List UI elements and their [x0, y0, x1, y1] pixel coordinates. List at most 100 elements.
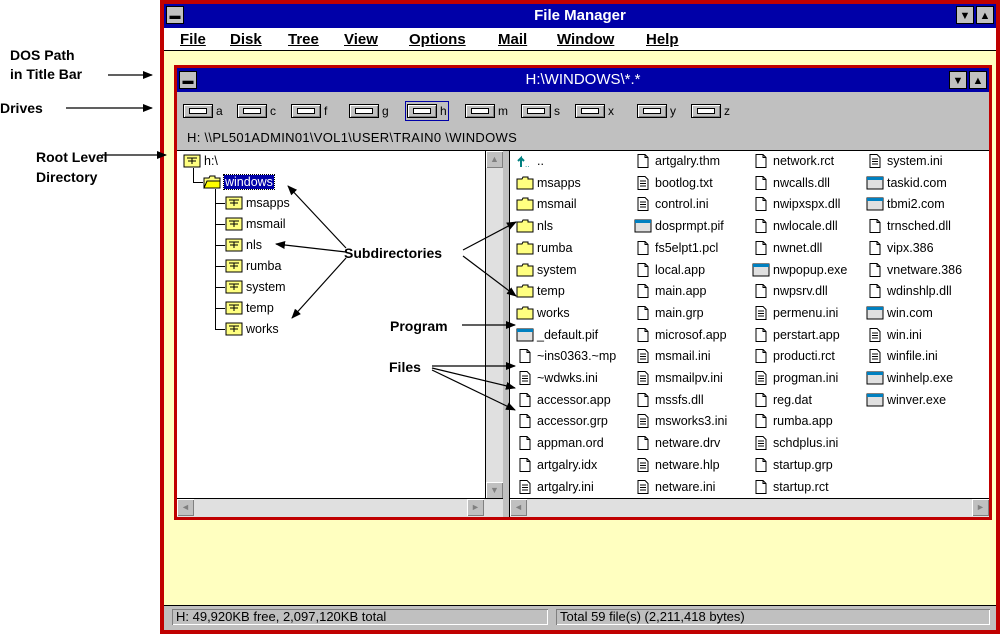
file-item[interactable]: trnsched.dll	[866, 217, 951, 235]
directory-item[interactable]: temp	[516, 282, 565, 300]
tree-item-system[interactable]: system	[225, 278, 286, 296]
file-item[interactable]: network.rct	[752, 152, 834, 170]
file-item[interactable]: netware.ini	[634, 478, 715, 496]
file-item[interactable]: msworks3.ini	[634, 412, 727, 430]
menu-window[interactable]: Window	[557, 31, 614, 48]
file-item[interactable]: vipx.386	[866, 239, 934, 257]
drive-g[interactable]: g	[349, 103, 389, 119]
file-item[interactable]: win.ini	[866, 326, 922, 344]
file-item[interactable]: netware.hlp	[634, 456, 720, 474]
drive-h[interactable]: h	[405, 101, 449, 121]
scroll-left-icon[interactable]: ◄	[177, 499, 194, 516]
drive-c[interactable]: c	[237, 103, 276, 119]
file-item[interactable]: main.app	[634, 282, 706, 300]
file-item[interactable]: schdplus.ini	[752, 434, 838, 452]
file-item[interactable]: nwlocale.dll	[752, 217, 838, 235]
file-item[interactable]: progman.ini	[752, 369, 838, 387]
child-minimize-icon[interactable]: ▼	[949, 71, 967, 89]
drive-z[interactable]: z	[691, 103, 730, 119]
file-item[interactable]: permenu.ini	[752, 304, 838, 322]
drive-f[interactable]: f	[291, 103, 327, 119]
menu-options[interactable]: Options	[409, 31, 466, 48]
file-item[interactable]: artgalry.thm	[634, 152, 720, 170]
file-item[interactable]: accessor.app	[516, 391, 611, 409]
app-title-bar[interactable]: ▬ File Manager ▼ ▲	[164, 4, 996, 28]
scroll-up-icon[interactable]: ▲	[486, 151, 503, 168]
directory-title-bar[interactable]: ▬ H:\WINDOWS\*.* ▼ ▲	[177, 68, 989, 92]
tree-item-root[interactable]: h:\	[183, 152, 218, 170]
file-item[interactable]: nwcalls.dll	[752, 174, 830, 192]
scroll-right-icon[interactable]: ►	[467, 499, 484, 516]
tree-item-msapps[interactable]: msapps	[225, 194, 290, 212]
file-item[interactable]: _default.pif	[516, 326, 598, 344]
file-item[interactable]: msmail.ini	[634, 347, 711, 365]
menu-file[interactable]: File	[180, 31, 206, 48]
file-item[interactable]: accessor.grp	[516, 412, 608, 430]
file-item[interactable]: rumba.app	[752, 412, 833, 430]
tree-item-nls[interactable]: nls	[225, 236, 262, 254]
drive-s[interactable]: s	[521, 103, 560, 119]
directory-item[interactable]: rumba	[516, 239, 572, 257]
child-system-menu-icon[interactable]: ▬	[179, 71, 197, 89]
pane-split-bar[interactable]	[503, 151, 510, 517]
file-item[interactable]: local.app	[634, 261, 705, 279]
system-menu-icon[interactable]: ▬	[166, 6, 184, 24]
file-item[interactable]: netware.drv	[634, 434, 720, 452]
file-item[interactable]: vnetware.386	[866, 261, 962, 279]
file-item[interactable]: artgalry.ini	[516, 478, 594, 496]
tree-item-temp[interactable]: temp	[225, 299, 274, 317]
file-item[interactable]: winhelp.exe	[866, 369, 953, 387]
directory-item[interactable]: msmail	[516, 195, 577, 213]
drive-x[interactable]: x	[575, 103, 614, 119]
file-item[interactable]: producti.rct	[752, 347, 835, 365]
scroll-down-icon[interactable]: ▼	[486, 482, 503, 499]
tree-horizontal-scrollbar[interactable]: ◄ ►	[177, 498, 503, 517]
tree-item-rumba[interactable]: rumba	[225, 257, 281, 275]
file-item[interactable]: nwipxspx.dll	[752, 195, 840, 213]
file-scroll-left-icon[interactable]: ◄	[510, 499, 527, 516]
menu-help[interactable]: Help	[646, 31, 679, 48]
file-item[interactable]: ~ins0363.~mp	[516, 347, 616, 365]
file-item[interactable]: control.ini	[634, 195, 709, 213]
drive-a[interactable]: a	[183, 103, 223, 119]
file-item[interactable]: artgalry.idx	[516, 456, 597, 474]
file-horizontal-scrollbar[interactable]: ◄ ►	[510, 498, 989, 517]
file-item[interactable]: system.ini	[866, 152, 943, 170]
menu-disk[interactable]: Disk	[230, 31, 262, 48]
tree-vertical-scrollbar[interactable]: ▲ ▼	[485, 151, 505, 499]
file-item[interactable]: microsof.app	[634, 326, 727, 344]
file-item[interactable]: win.com	[866, 304, 933, 322]
file-item[interactable]: nwpopup.exe	[752, 261, 847, 279]
file-item[interactable]: ....	[516, 152, 544, 170]
directory-item[interactable]: system	[516, 261, 577, 279]
file-item[interactable]: wdinshlp.dll	[866, 282, 952, 300]
file-item[interactable]: msmailpv.ini	[634, 369, 723, 387]
directory-item[interactable]: msapps	[516, 174, 581, 192]
file-item[interactable]: dosprmpt.pif	[634, 217, 724, 235]
maximize-icon[interactable]: ▲	[976, 6, 994, 24]
drive-y[interactable]: y	[637, 103, 676, 119]
file-item[interactable]: ~wdwks.ini	[516, 369, 598, 387]
file-item[interactable]: startup.grp	[752, 456, 833, 474]
minimize-icon[interactable]: ▼	[956, 6, 974, 24]
file-item[interactable]: main.grp	[634, 304, 704, 322]
file-item[interactable]: fs5elpt1.pcl	[634, 239, 718, 257]
file-item[interactable]: nwpsrv.dll	[752, 282, 828, 300]
file-scroll-right-icon[interactable]: ►	[972, 499, 989, 516]
file-item[interactable]: reg.dat	[752, 391, 812, 409]
menu-tree[interactable]: Tree	[288, 31, 319, 48]
file-item[interactable]: startup.rct	[752, 478, 829, 496]
directory-item[interactable]: nls	[516, 217, 553, 235]
file-item[interactable]: nwnet.dll	[752, 239, 822, 257]
file-item[interactable]: perstart.app	[752, 326, 840, 344]
file-item[interactable]: winfile.ini	[866, 347, 938, 365]
directory-item[interactable]: works	[516, 304, 570, 322]
file-item[interactable]: winver.exe	[866, 391, 946, 409]
tree-item-windows[interactable]: windows	[203, 173, 275, 191]
file-item[interactable]: tbmi2.com	[866, 195, 945, 213]
menu-view[interactable]: View	[344, 31, 378, 48]
tree-item-msmail[interactable]: msmail	[225, 215, 286, 233]
drive-m[interactable]: m	[465, 103, 508, 119]
file-item[interactable]: appman.ord	[516, 434, 604, 452]
file-item[interactable]: mssfs.dll	[634, 391, 704, 409]
